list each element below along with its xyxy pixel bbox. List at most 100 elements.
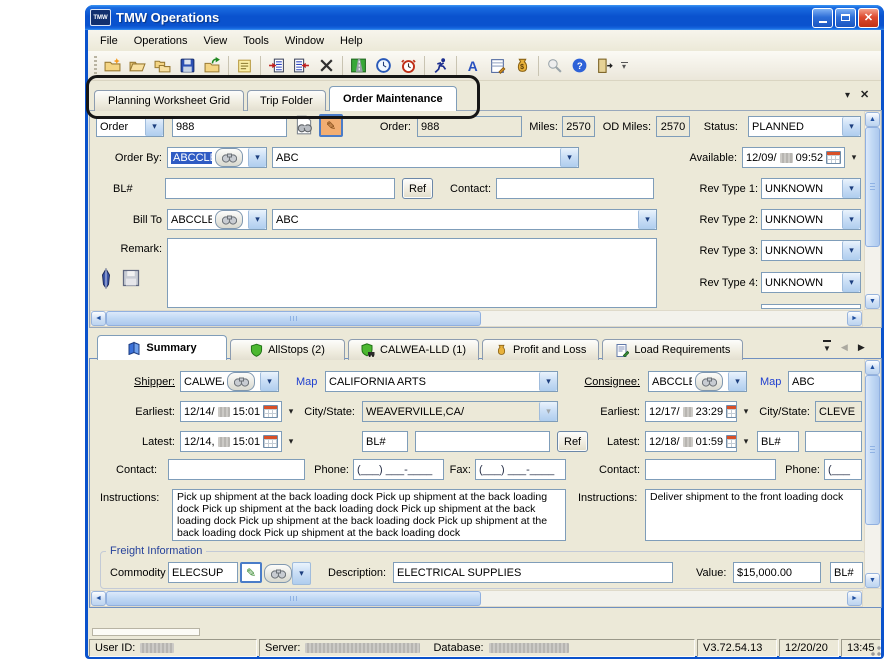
edit-order-icon[interactable]	[319, 114, 343, 137]
shipper-bl-input[interactable]	[415, 431, 550, 452]
hscroll-thumb[interactable]	[106, 311, 481, 326]
close-button[interactable]	[858, 8, 879, 28]
consignee-label[interactable]: Consignee:	[578, 371, 640, 392]
menu-window[interactable]: Window	[277, 32, 332, 50]
scroll-left-icon[interactable]	[91, 591, 106, 606]
vscroll-thumb[interactable]	[865, 127, 880, 247]
menu-operations[interactable]: Operations	[126, 32, 196, 50]
tab-profit-and-loss[interactable]: Profit and Loss	[482, 339, 599, 360]
shipper-fax-input[interactable]: (___) ___-____	[475, 459, 566, 480]
scroll-left-icon[interactable]	[91, 311, 106, 326]
scroll-right-icon[interactable]	[847, 591, 862, 606]
shipper-map-link[interactable]: Map	[296, 371, 322, 392]
tab-order-maintenance[interactable]: Order Maintenance	[329, 86, 457, 111]
calendar-icon[interactable]	[826, 151, 841, 164]
minimize-button[interactable]	[812, 8, 833, 28]
chevron-down-icon[interactable]	[728, 372, 746, 391]
money-bag-icon[interactable]: $	[510, 54, 535, 78]
shipper-ref-button[interactable]: Ref	[557, 431, 588, 452]
ref-button[interactable]: Ref	[402, 178, 433, 199]
chevron-down-icon[interactable]	[539, 372, 557, 391]
dart-icon[interactable]	[97, 268, 115, 293]
scroll-right-icon[interactable]	[847, 311, 862, 326]
chevron-down-icon[interactable]	[638, 210, 656, 229]
freight-bl-field[interactable]: BL#	[830, 562, 863, 583]
available-dropdown-icon[interactable]	[847, 147, 861, 168]
binoculars-icon[interactable]	[215, 210, 243, 229]
consignee-phone-input[interactable]: (___	[824, 459, 862, 480]
route-map-icon[interactable]	[346, 54, 371, 78]
shipper-latest-input[interactable]: 12/14, 15:01	[180, 431, 282, 452]
shipper-label[interactable]: Shipper:	[100, 371, 175, 392]
binoculars-icon[interactable]	[695, 372, 723, 391]
consignee-bl-type-field[interactable]: BL#	[757, 431, 799, 452]
rev-type2-combo[interactable]: UNKNOWN	[761, 209, 861, 230]
value-input[interactable]: $15,000.00	[733, 562, 821, 583]
shipper-code-combo[interactable]: CALWEA	[180, 371, 279, 392]
toolbar-grip[interactable]	[94, 56, 97, 76]
description-input[interactable]: ELECTRICAL SUPPLIES	[393, 562, 673, 583]
scroll-up-icon[interactable]	[865, 112, 880, 127]
contact-input[interactable]	[496, 178, 654, 199]
chevron-down-icon[interactable]	[260, 372, 278, 391]
save-remark-icon[interactable]	[121, 268, 141, 291]
chevron-down-icon[interactable]	[145, 117, 163, 136]
rev-type4-combo[interactable]: UNKNOWN	[761, 272, 861, 293]
bill-to-code-combo[interactable]: ABCCLE	[167, 209, 267, 230]
order-form-vscrollbar[interactable]	[864, 111, 881, 310]
tab-planning-worksheet-grid[interactable]: Planning Worksheet Grid	[94, 90, 244, 111]
exit-icon[interactable]	[592, 54, 617, 78]
new-icon[interactable]	[100, 54, 125, 78]
calendar-icon[interactable]	[263, 405, 278, 418]
resize-grip[interactable]	[871, 646, 881, 656]
available-date-input[interactable]: 12/09/ 09:52	[742, 147, 845, 168]
tab-load-requirements[interactable]: Load Requirements	[602, 339, 743, 360]
order-by-name-combo[interactable]: ABC	[272, 147, 579, 168]
copy-icon[interactable]	[150, 54, 175, 78]
edit-commodity-icon[interactable]	[240, 562, 262, 583]
chevron-down-icon[interactable]	[560, 148, 578, 167]
maximize-button[interactable]	[835, 8, 856, 28]
order-by-code-combo[interactable]: ABCCLE	[167, 147, 267, 168]
date-dropdown-icon[interactable]	[739, 431, 753, 452]
font-icon[interactable]: A	[460, 54, 485, 78]
consignee-bl-input[interactable]	[805, 431, 862, 452]
tab-pin-dropdown-icon[interactable]	[823, 340, 831, 354]
calendar-icon[interactable]	[263, 435, 278, 448]
chevron-down-icon[interactable]	[842, 210, 860, 229]
tab-trip-folder[interactable]: Trip Folder	[247, 90, 326, 111]
chevron-down-icon[interactable]	[248, 148, 266, 167]
scroll-down-icon[interactable]	[865, 573, 880, 588]
commodity-input[interactable]: ELECSUP	[168, 562, 238, 583]
search-icon[interactable]	[542, 54, 567, 78]
consignee-contact-input[interactable]	[645, 459, 776, 480]
menu-file[interactable]: File	[92, 32, 126, 50]
shipper-contact-input[interactable]	[168, 459, 305, 480]
binoculars-icon[interactable]	[264, 564, 292, 583]
scroll-down-icon[interactable]	[865, 294, 880, 309]
order-form-hscrollbar[interactable]	[90, 310, 863, 327]
tab-scroll-right-icon[interactable]	[858, 341, 865, 353]
open-icon[interactable]	[125, 54, 150, 78]
bill-to-name-combo[interactable]: ABC	[272, 209, 657, 230]
dispatch-icon[interactable]	[428, 54, 453, 78]
scroll-up-icon[interactable]	[865, 360, 880, 375]
tab-scroll-left-icon[interactable]	[841, 341, 848, 353]
consignee-code-combo[interactable]: ABCCLE	[648, 371, 747, 392]
remove-row-icon[interactable]	[289, 54, 314, 78]
shipper-earliest-input[interactable]: 12/14/ 15:01	[180, 401, 282, 422]
calendar-icon[interactable]	[726, 405, 737, 418]
bl-number-input[interactable]	[165, 178, 395, 199]
menu-view[interactable]: View	[196, 32, 236, 50]
save-icon[interactable]	[175, 54, 200, 78]
chevron-down-icon[interactable]	[842, 117, 860, 136]
rev-type3-combo[interactable]: UNKNOWN	[761, 240, 861, 261]
binoculars-icon[interactable]	[215, 148, 243, 167]
tab-allstops[interactable]: AllStops (2)	[230, 339, 345, 360]
delete-icon[interactable]	[314, 54, 339, 78]
summary-vscrollbar[interactable]	[864, 359, 881, 589]
tab-stop-calwea-lld[interactable]: CALWEA-LLD (1)	[348, 339, 479, 360]
contacts-icon[interactable]	[485, 54, 510, 78]
toolbar-overflow-icon[interactable]	[617, 55, 631, 77]
shipper-bl-type-field[interactable]: BL#	[362, 431, 408, 452]
